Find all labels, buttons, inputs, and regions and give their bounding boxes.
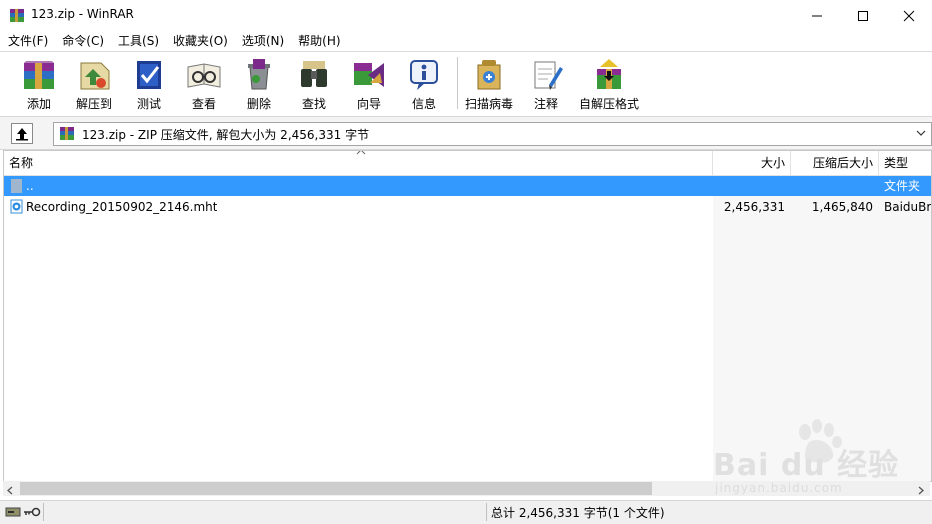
close-icon	[903, 10, 915, 21]
folder-icon	[10, 178, 24, 198]
baidu-jingyan-watermark: Bai du 经验 jingyan.baidu.com	[713, 418, 903, 498]
scan-virus-label: 扫描病毒	[464, 97, 513, 111]
extract-to-icon	[80, 62, 110, 90]
minimize-button[interactable]	[794, 0, 840, 31]
window-title: 123.zip - WinRAR	[31, 7, 134, 21]
test-icon	[137, 61, 161, 89]
delete-button[interactable]: 删除	[231, 55, 287, 113]
sfx-label: 自解压格式	[578, 97, 639, 111]
list-item-file[interactable]: Recording_20150902_2146.mht 2,456,331 1,…	[4, 197, 931, 219]
list-item-parent-folder[interactable]: .. 文件夹	[4, 176, 931, 198]
menu-tools[interactable]: 工具(S)	[111, 32, 166, 50]
mht-file-icon	[10, 199, 24, 219]
delete-label: 删除	[246, 97, 271, 111]
file-packed-size: 1,465,840	[811, 200, 873, 214]
comment-button[interactable]: 注释	[518, 55, 574, 113]
test-label: 测试	[136, 97, 161, 111]
minimize-icon	[812, 15, 822, 16]
menu-commands[interactable]: 命令(C)	[55, 32, 111, 50]
title-bar: 123.zip - WinRAR	[0, 0, 932, 31]
extract-to-button[interactable]: 解压到	[66, 55, 122, 113]
key-icon[interactable]	[23, 506, 41, 521]
delete-icon	[248, 59, 270, 90]
view-label: 查看	[191, 97, 216, 111]
archive-icon	[59, 126, 75, 145]
view-icon	[187, 63, 221, 88]
menu-favorites[interactable]: 收藏夹(O)	[166, 32, 235, 50]
menu-file[interactable]: 文件(F)	[0, 32, 55, 50]
path-text: 123.zip - ZIP 压缩文件, 解包大小为 2,456,331 字节	[82, 128, 370, 142]
status-divider	[486, 503, 487, 521]
file-name: Recording_20150902_2146.mht	[26, 200, 218, 214]
menu-bar: 文件(F) 命令(C) 工具(S) 收藏夹(O) 选项(N) 帮助(H)	[0, 31, 932, 51]
sfx-icon	[597, 59, 621, 89]
close-button[interactable]	[886, 0, 932, 31]
file-packed-size	[791, 176, 873, 196]
column-header-type[interactable]: 类型	[879, 151, 931, 175]
chevron-down-icon[interactable]	[915, 127, 927, 142]
up-one-level-button[interactable]	[11, 123, 33, 144]
sort-ascending-icon	[356, 151, 366, 159]
column-header-size[interactable]: 大小	[713, 151, 791, 175]
add-label: 添加	[26, 97, 51, 111]
winrar-app-icon	[9, 8, 25, 24]
file-type: BaiduBr	[884, 200, 931, 214]
drive-icon[interactable]	[5, 506, 21, 521]
info-button[interactable]: 信息	[396, 55, 452, 113]
scroll-right-icon[interactable]	[916, 484, 925, 498]
path-dropdown[interactable]: 123.zip - ZIP 压缩文件, 解包大小为 2,456,331 字节	[53, 122, 932, 146]
comment-icon	[534, 61, 563, 90]
add-archive-icon	[24, 61, 54, 89]
file-type: 文件夹	[884, 179, 921, 193]
maximize-icon	[858, 10, 868, 21]
wizard-button[interactable]: 向导	[341, 55, 397, 113]
watermark-brand: Bai du 经验	[713, 448, 900, 483]
find-icon	[301, 61, 327, 87]
extract-to-label: 解压到	[75, 97, 112, 111]
find-button[interactable]: 查找	[286, 55, 342, 113]
maximize-button[interactable]	[840, 0, 886, 31]
menu-help[interactable]: 帮助(H)	[291, 32, 347, 50]
menu-options[interactable]: 选项(N)	[235, 32, 291, 50]
scan-virus-icon	[477, 60, 501, 90]
info-label: 信息	[411, 97, 436, 111]
arrow-up-icon	[16, 128, 28, 141]
column-header-packed[interactable]: 压缩后大小	[791, 151, 879, 175]
file-name: ..	[26, 179, 34, 193]
find-label: 查找	[301, 97, 326, 111]
list-header: 名称 大小 压缩后大小 类型	[4, 151, 931, 176]
scroll-left-icon[interactable]	[6, 484, 15, 498]
wizard-label: 向导	[356, 97, 381, 111]
status-summary: 总计 2,456,331 字节(1 个文件)	[491, 506, 665, 520]
file-size: 2,456,331	[723, 200, 785, 214]
wizard-icon	[354, 63, 384, 87]
file-size	[713, 176, 785, 196]
status-bar: 总计 2,456,331 字节(1 个文件)	[0, 500, 932, 524]
sfx-button[interactable]: 自解压格式	[578, 55, 640, 113]
toolbar-separator	[457, 57, 458, 109]
test-button[interactable]: 测试	[121, 55, 177, 113]
scrollbar-thumb[interactable]	[20, 482, 652, 495]
status-divider	[43, 503, 44, 521]
toolbar: 添加 解压到 测试 查看 删除 查找 向导 信息 扫描病毒 注释 自解压格式	[0, 51, 932, 116]
comment-label: 注释	[533, 97, 558, 111]
add-button[interactable]: 添加	[11, 55, 67, 113]
scan-virus-button[interactable]: 扫描病毒	[461, 55, 517, 113]
view-button[interactable]: 查看	[176, 55, 232, 113]
address-bar: 123.zip - ZIP 压缩文件, 解包大小为 2,456,331 字节	[0, 116, 932, 150]
watermark-url: jingyan.baidu.com	[715, 481, 843, 495]
info-icon	[410, 60, 438, 90]
